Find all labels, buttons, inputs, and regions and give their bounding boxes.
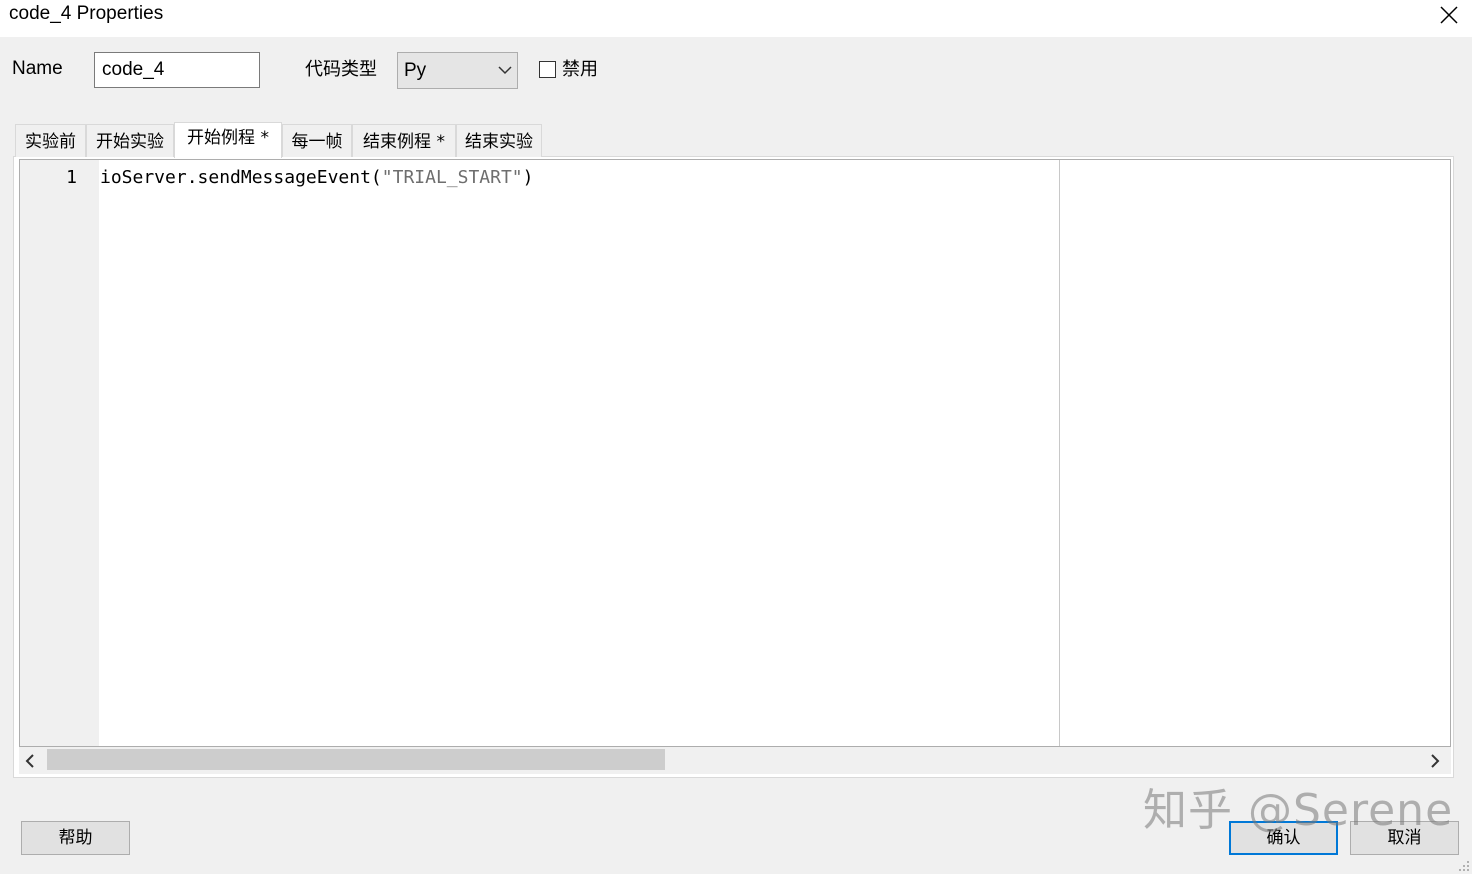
code-line[interactable]: ioServer.sendMessageEvent("TRIAL_START") — [100, 167, 534, 189]
resize-grip-icon[interactable] — [1458, 860, 1470, 872]
tab-end-experiment[interactable]: 结束实验 — [456, 124, 542, 157]
code-string-literal: "TRIAL_START" — [381, 167, 523, 188]
code-type-value: Py — [404, 60, 427, 81]
tab-begin-experiment[interactable]: 开始实验 — [86, 124, 174, 157]
title-bar: code_4 Properties — [0, 0, 1472, 37]
disabled-checkbox-label[interactable]: 禁用 — [562, 59, 598, 81]
close-button[interactable] — [1430, 0, 1468, 30]
code-type-label: 代码类型 — [305, 59, 377, 80]
name-input[interactable]: code_4 — [94, 52, 260, 88]
tab-each-frame[interactable]: 每一帧 — [282, 124, 352, 157]
watermark: 知乎 @Serene — [1143, 785, 1454, 836]
close-icon — [1440, 6, 1458, 24]
edge-guide-line — [1059, 160, 1060, 746]
line-number-gutter: 1 — [20, 160, 99, 746]
chevron-down-icon — [498, 66, 512, 75]
line-number: 1 — [66, 167, 77, 188]
help-button[interactable]: 帮助 — [21, 821, 130, 855]
chevron-left-icon[interactable] — [25, 754, 35, 768]
chevron-right-icon[interactable] — [1430, 754, 1440, 768]
disabled-checkbox[interactable] — [539, 61, 556, 78]
code-editor[interactable]: 1 ioServer.sendMessageEvent("TRIAL_START… — [19, 159, 1451, 747]
code-text: ioServer.sendMessageEvent( — [100, 167, 382, 188]
tab-before-experiment[interactable]: 实验前 — [15, 124, 86, 157]
tab-end-routine[interactable]: 结束例程 * — [352, 124, 456, 157]
tab-begin-routine[interactable]: 开始例程 * — [174, 122, 282, 158]
code-type-select[interactable]: Py — [397, 52, 518, 89]
window-title: code_4 Properties — [9, 3, 164, 24]
horizontal-scrollbar[interactable] — [19, 747, 1451, 774]
name-label: Name — [12, 58, 63, 79]
code-text-suffix: ) — [522, 167, 534, 188]
scrollbar-thumb[interactable] — [47, 749, 665, 770]
